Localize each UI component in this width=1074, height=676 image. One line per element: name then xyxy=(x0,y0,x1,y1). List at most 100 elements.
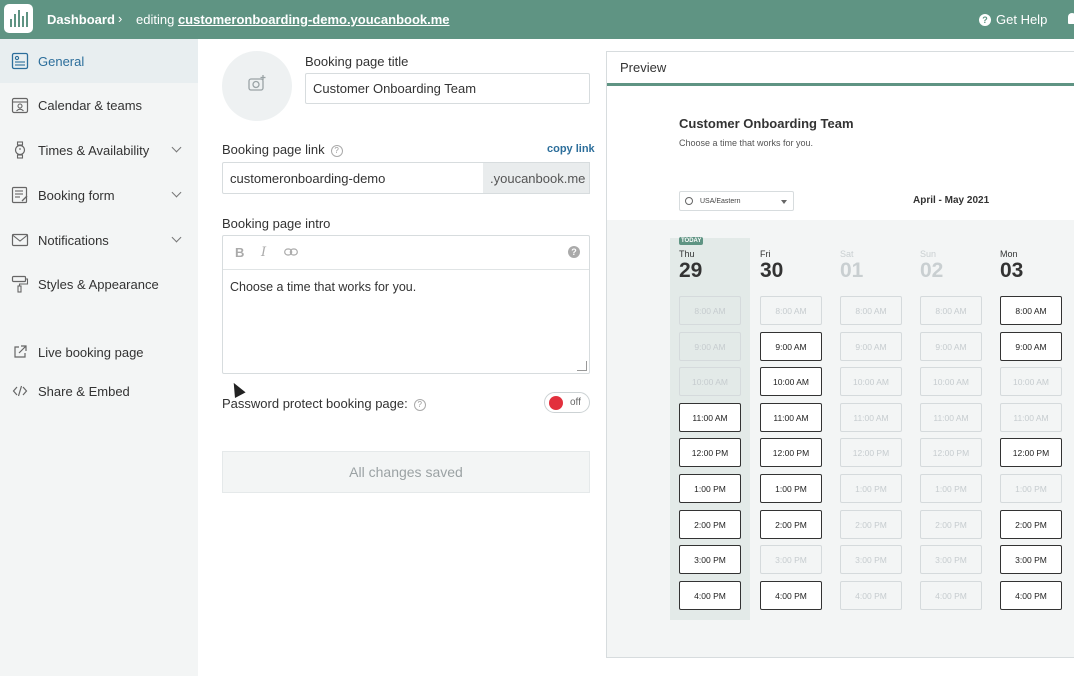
time-slot[interactable]: 9:00 AM xyxy=(1000,332,1062,361)
envelope-icon xyxy=(11,231,29,249)
help-icon[interactable]: ? xyxy=(330,144,343,157)
breadcrumb-dashboard[interactable]: Dashboard xyxy=(47,12,115,27)
time-slot[interactable]: 12:00 PM xyxy=(1000,438,1062,467)
booking-link-label: Booking page link? xyxy=(222,142,343,157)
time-slot: 8:00 AM xyxy=(920,296,982,325)
paint-roller-icon xyxy=(11,275,29,293)
get-help-label: Get Help xyxy=(996,12,1048,27)
caret-down-icon xyxy=(781,200,787,204)
sidebar-item-live-booking-page[interactable]: Live booking page xyxy=(0,330,198,374)
booking-intro-label: Booking page intro xyxy=(222,216,331,231)
chevron-right-icon: › xyxy=(118,11,123,26)
time-slot: 9:00 AM xyxy=(920,332,982,361)
time-slot: 3:00 PM xyxy=(760,545,822,574)
password-protect-label: Password protect booking page:? xyxy=(222,396,426,411)
chevron-down-icon xyxy=(171,142,182,153)
time-slot[interactable]: 2:00 PM xyxy=(1000,510,1062,539)
chevron-down-icon xyxy=(171,232,182,243)
help-icon[interactable]: ? xyxy=(568,246,580,258)
app-logo[interactable] xyxy=(4,4,33,33)
form-icon xyxy=(11,186,29,204)
preview-title: Customer Onboarding Team xyxy=(679,116,854,131)
booking-page-url-link[interactable]: customeronboarding-demo.youcanbook.me xyxy=(178,12,450,27)
today-badge: TODAY xyxy=(679,237,704,245)
booking-title-label: Booking page title xyxy=(305,54,409,69)
day-name: Thu xyxy=(679,249,695,259)
watch-icon xyxy=(11,141,29,159)
day-name: Sun xyxy=(920,249,937,259)
time-slot[interactable]: 9:00 AM xyxy=(760,332,822,361)
month-range: April - May 2021 xyxy=(913,195,990,206)
time-slot[interactable]: 3:00 PM xyxy=(1000,545,1062,574)
password-protect-toggle[interactable]: off xyxy=(544,392,590,413)
booking-link-label-text: Booking page link xyxy=(222,142,325,157)
time-slot[interactable]: 4:00 PM xyxy=(1000,581,1062,610)
time-slot: 10:00 AM xyxy=(840,367,902,396)
sidebar-item-general[interactable]: General xyxy=(0,39,198,83)
sidebar-item-styles-appearance[interactable]: Styles & Appearance xyxy=(0,262,198,306)
bold-icon[interactable]: B xyxy=(235,245,244,260)
time-slot[interactable]: 12:00 PM xyxy=(679,438,741,467)
time-slot: 8:00 AM xyxy=(840,296,902,325)
time-slot[interactable]: 11:00 AM xyxy=(760,403,822,432)
sidebar: General Calendar & teams Times & Availab… xyxy=(0,39,198,676)
time-slot: 4:00 PM xyxy=(840,581,902,610)
time-slot[interactable]: 3:00 PM xyxy=(679,545,741,574)
time-slot[interactable]: 2:00 PM xyxy=(760,510,822,539)
time-slot[interactable]: 8:00 AM xyxy=(1000,296,1062,325)
time-slot[interactable]: 4:00 PM xyxy=(679,581,741,610)
time-slot: 1:00 PM xyxy=(920,474,982,503)
copy-link-button[interactable]: copy link xyxy=(547,143,595,155)
time-slot[interactable]: 12:00 PM xyxy=(760,438,822,467)
time-slot: 9:00 AM xyxy=(679,332,741,361)
italic-icon[interactable]: I xyxy=(261,245,266,260)
resize-handle-icon[interactable] xyxy=(577,361,587,371)
external-link-icon xyxy=(11,343,29,361)
time-slot[interactable]: 1:00 PM xyxy=(760,474,822,503)
time-slot: 12:00 PM xyxy=(920,438,982,467)
day-number: 03 xyxy=(1000,259,1024,282)
password-protect-label-text: Password protect booking page: xyxy=(222,396,408,411)
sidebar-item-calendar-teams[interactable]: Calendar & teams xyxy=(0,83,198,127)
link-icon[interactable] xyxy=(284,246,298,261)
bell-icon[interactable] xyxy=(1068,13,1074,24)
help-icon[interactable]: ? xyxy=(413,398,426,411)
sidebar-item-share-embed[interactable]: Share & Embed xyxy=(0,369,198,413)
sidebar-item-label: Times & Availability xyxy=(38,142,150,158)
time-slot: 8:00 AM xyxy=(679,296,741,325)
time-slot[interactable]: 10:00 AM xyxy=(760,367,822,396)
sidebar-item-label: Live booking page xyxy=(38,344,144,360)
time-slot: 12:00 PM xyxy=(840,438,902,467)
time-slot: 1:00 PM xyxy=(1000,474,1062,503)
save-status-button[interactable]: All changes saved xyxy=(222,451,590,493)
add-photo-button[interactable] xyxy=(222,51,292,121)
globe-icon xyxy=(685,197,693,205)
time-slot: 3:00 PM xyxy=(920,545,982,574)
preview-subtitle: Choose a time that works for you. xyxy=(679,138,814,148)
day-number: 01 xyxy=(840,259,864,282)
preview-header: Preview xyxy=(607,52,1074,86)
booking-intro-text[interactable]: Choose a time that works for you. xyxy=(230,280,416,294)
time-slot: 2:00 PM xyxy=(840,510,902,539)
chevron-down-icon xyxy=(171,187,182,198)
sidebar-item-times-availability[interactable]: Times & Availability xyxy=(0,128,198,172)
day-name: Fri xyxy=(760,249,771,259)
sidebar-item-notifications[interactable]: Notifications xyxy=(0,218,198,262)
booking-intro-editor[interactable]: B I ? Choose a time that works for you. xyxy=(222,235,590,374)
booking-link-input[interactable]: customeronboarding-demo xyxy=(222,162,484,194)
sidebar-item-label: Styles & Appearance xyxy=(38,276,159,292)
time-slot[interactable]: 11:00 AM xyxy=(679,403,741,432)
time-slot: 9:00 AM xyxy=(840,332,902,361)
day-number: 02 xyxy=(920,259,944,282)
timezone-value: USA/Eastern xyxy=(700,197,741,205)
time-slot[interactable]: 1:00 PM xyxy=(679,474,741,503)
toggle-state-text: off xyxy=(570,397,581,408)
time-slot[interactable]: 2:00 PM xyxy=(679,510,741,539)
time-slot: 4:00 PM xyxy=(920,581,982,610)
time-slot: 10:00 AM xyxy=(679,367,741,396)
time-slot[interactable]: 4:00 PM xyxy=(760,581,822,610)
timezone-select[interactable]: USA/Eastern xyxy=(679,191,794,211)
booking-title-input[interactable]: Customer Onboarding Team xyxy=(305,73,590,104)
sidebar-item-booking-form[interactable]: Booking form xyxy=(0,173,198,217)
get-help-button[interactable]: ? Get Help xyxy=(979,12,1047,27)
